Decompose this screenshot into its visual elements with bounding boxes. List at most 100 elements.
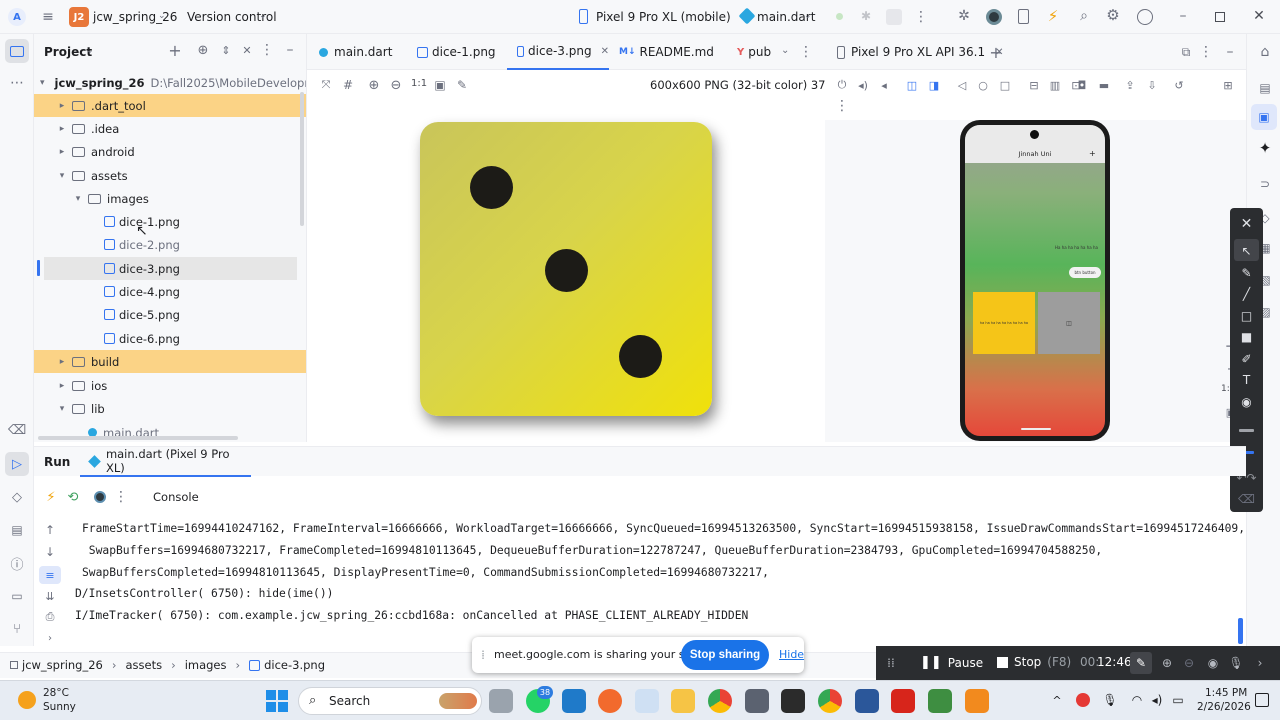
tab-dice-1[interactable]: dice-1.png <box>417 34 496 70</box>
extended-controls-icon[interactable]: ⊞ <box>1221 78 1235 92</box>
breadcrumb-item[interactable]: assets <box>125 658 162 672</box>
yellow-card[interactable]: ha ha ha ha ha ha ha ha ha <box>973 292 1035 354</box>
project-tool-button[interactable] <box>5 39 29 63</box>
close-icon[interactable]: ✕ <box>1252 7 1266 25</box>
record-icon[interactable]: ▬ <box>1097 78 1111 92</box>
layout-icon[interactable]: ▥ <box>1048 78 1062 92</box>
chrome-icon[interactable] <box>708 689 732 713</box>
up-arrow-icon[interactable]: ↑ <box>43 522 57 538</box>
line-icon[interactable]: ╱ <box>1230 284 1263 304</box>
external-window-icon[interactable]: ⧉ <box>1179 43 1193 61</box>
running-devices-button[interactable]: ▣ <box>1251 104 1277 130</box>
pen-icon[interactable]: ✎ <box>1230 263 1263 283</box>
tree-item-lib[interactable]: ▾ lib <box>34 397 306 420</box>
run-config-tab[interactable]: main.dart (Pixel 9 Pro XL) <box>80 447 251 477</box>
add-icon[interactable]: + <box>1089 149 1096 158</box>
palette-icon[interactable]: ◉ <box>1230 392 1263 412</box>
grey-card[interactable]: ◫ <box>1038 292 1100 354</box>
tree-item-dice-3[interactable]: dice-3.png <box>44 257 297 280</box>
drag-handle-icon[interactable]: ⁞⁞ <box>885 655 897 671</box>
wifi-icon[interactable]: ◠ <box>1129 692 1145 708</box>
chat-icon[interactable]: ⊃ <box>1257 176 1273 192</box>
tree-item-ios[interactable]: ▸ ios <box>34 374 306 397</box>
tab-dice-3[interactable]: dice-3.png ✕ <box>507 34 609 70</box>
tab-pubspec[interactable]: Ypub <box>737 34 771 70</box>
battery-icon[interactable]: ▭ <box>1170 692 1186 708</box>
hide-panel-icon[interactable]: – <box>283 42 297 58</box>
home-icon[interactable]: ○ <box>976 78 990 92</box>
problems-icon[interactable]: ⓘ <box>9 555 25 573</box>
expand-all-icon[interactable]: ⇕ <box>219 43 233 57</box>
recorder-app-icon[interactable] <box>965 689 989 713</box>
bug-icon[interactable]: ✲ <box>956 8 972 24</box>
project-panel-title[interactable]: Project <box>44 45 92 59</box>
color-picker-icon[interactable]: ✎ <box>455 78 469 92</box>
console-scrollbar[interactable] <box>1238 618 1243 644</box>
phone-screen[interactable]: Jinnah Uni + Ha ha ha ha ha ha ha btn bu… <box>965 125 1105 436</box>
cleanup-icon[interactable]: ⌫ <box>8 422 26 438</box>
restore-icon[interactable] <box>1215 12 1225 22</box>
microphone-icon[interactable]: 🎙 <box>1228 655 1244 671</box>
soft-wrap-button[interactable]: ≡ <box>39 566 61 584</box>
vscode-icon[interactable] <box>562 689 586 713</box>
filled-rectangle-icon[interactable]: ■ <box>1230 327 1263 347</box>
device-manager-icon[interactable]: ▤ <box>1257 80 1273 96</box>
hot-reload-icon[interactable]: ⚡ <box>44 489 58 505</box>
tree-item-android[interactable]: ▸ android <box>34 140 306 163</box>
run-tab[interactable]: Run <box>44 455 70 469</box>
chevron-right-icon[interactable]: › <box>43 630 57 646</box>
breadcrumb-item[interactable]: dice-3.png <box>264 658 325 672</box>
chrome-profile-icon[interactable] <box>818 689 842 713</box>
camera-icon[interactable]: ◘ <box>1075 78 1089 92</box>
highlighter-icon[interactable]: ✐ <box>1230 349 1263 369</box>
volume-down-icon[interactable]: ◂ <box>877 78 891 92</box>
volume-icon[interactable]: ◂) <box>1149 692 1165 708</box>
clock-date[interactable]: 2/26/2026 <box>1197 701 1251 713</box>
drag-handle-icon[interactable]: ⁞ <box>478 647 488 663</box>
console-tab[interactable]: Console <box>153 490 199 504</box>
background-icon[interactable]: ▣ <box>433 78 447 92</box>
microphone-icon[interactable]: 🎙 <box>1102 692 1117 708</box>
locate-icon[interactable]: ⊕ <box>196 43 210 58</box>
reset-icon[interactable]: ↺ <box>1172 78 1186 92</box>
stroke-width-icon[interactable] <box>1239 429 1254 432</box>
console-output[interactable]: FrameStartTime=16994410247162, FrameInte… <box>68 518 1245 636</box>
down-arrow-icon[interactable]: ↓ <box>43 544 57 560</box>
more-vertical-icon[interactable]: ⋮ <box>799 43 813 61</box>
rectangle-icon[interactable]: □ <box>1230 306 1263 326</box>
scroll-end-icon[interactable]: ⇊ <box>43 588 57 604</box>
add-icon[interactable]: + <box>989 43 1003 62</box>
more-vertical-icon[interactable]: ⋮ <box>835 98 849 114</box>
rotate-left-icon[interactable]: ◫ <box>905 78 919 92</box>
postman-icon[interactable] <box>598 689 622 713</box>
hide-panel-icon[interactable]: – <box>1223 43 1237 61</box>
chevron-right-icon[interactable]: › <box>1252 655 1268 671</box>
tree-horizontal-scrollbar[interactable] <box>38 436 238 440</box>
grid-icon[interactable]: # <box>341 78 355 92</box>
tree-root[interactable]: ▾ jcw_spring_26 D:\Fall2025\MobileDevelo… <box>34 71 306 94</box>
text-icon[interactable]: T <box>1230 370 1263 390</box>
zoom-out-icon[interactable]: ⊖ <box>389 78 403 93</box>
upload-icon[interactable]: ⇪ <box>1123 78 1137 92</box>
rotate-right-icon[interactable]: ◨ <box>927 78 941 92</box>
search-icon[interactable]: ⌕ <box>1076 8 1092 24</box>
notification-center-icon[interactable] <box>1255 693 1269 707</box>
gem-icon[interactable]: ◇ <box>9 489 25 505</box>
more-vertical-icon[interactable]: ⋮ <box>1199 43 1213 61</box>
fold-icon[interactable]: ⊟ <box>1027 78 1041 92</box>
breadcrumb-item[interactable]: jcw_spring_26 <box>22 658 103 672</box>
more-vertical-icon[interactable]: ⋮ <box>114 488 128 506</box>
acrobat-icon[interactable] <box>891 689 915 713</box>
overview-icon[interactable]: □ <box>998 78 1012 92</box>
hide-link[interactable]: Hide <box>779 648 804 661</box>
eye-icon[interactable]: ◉ <box>1205 655 1221 671</box>
tree-item-dart-tool[interactable]: ▸ .dart_tool <box>34 94 306 117</box>
notifications-icon[interactable]: ⌂ <box>1257 44 1273 60</box>
download-icon[interactable]: ⇩ <box>1145 78 1159 92</box>
collapse-all-icon[interactable]: ✕ <box>240 43 254 57</box>
start-icon[interactable] <box>266 690 288 712</box>
zoom-in-icon[interactable]: ⊕ <box>367 78 381 93</box>
logcat-icon[interactable]: ▤ <box>9 522 25 538</box>
volume-up-icon[interactable]: ◂) <box>856 78 870 92</box>
file-explorer-icon[interactable] <box>671 689 695 713</box>
